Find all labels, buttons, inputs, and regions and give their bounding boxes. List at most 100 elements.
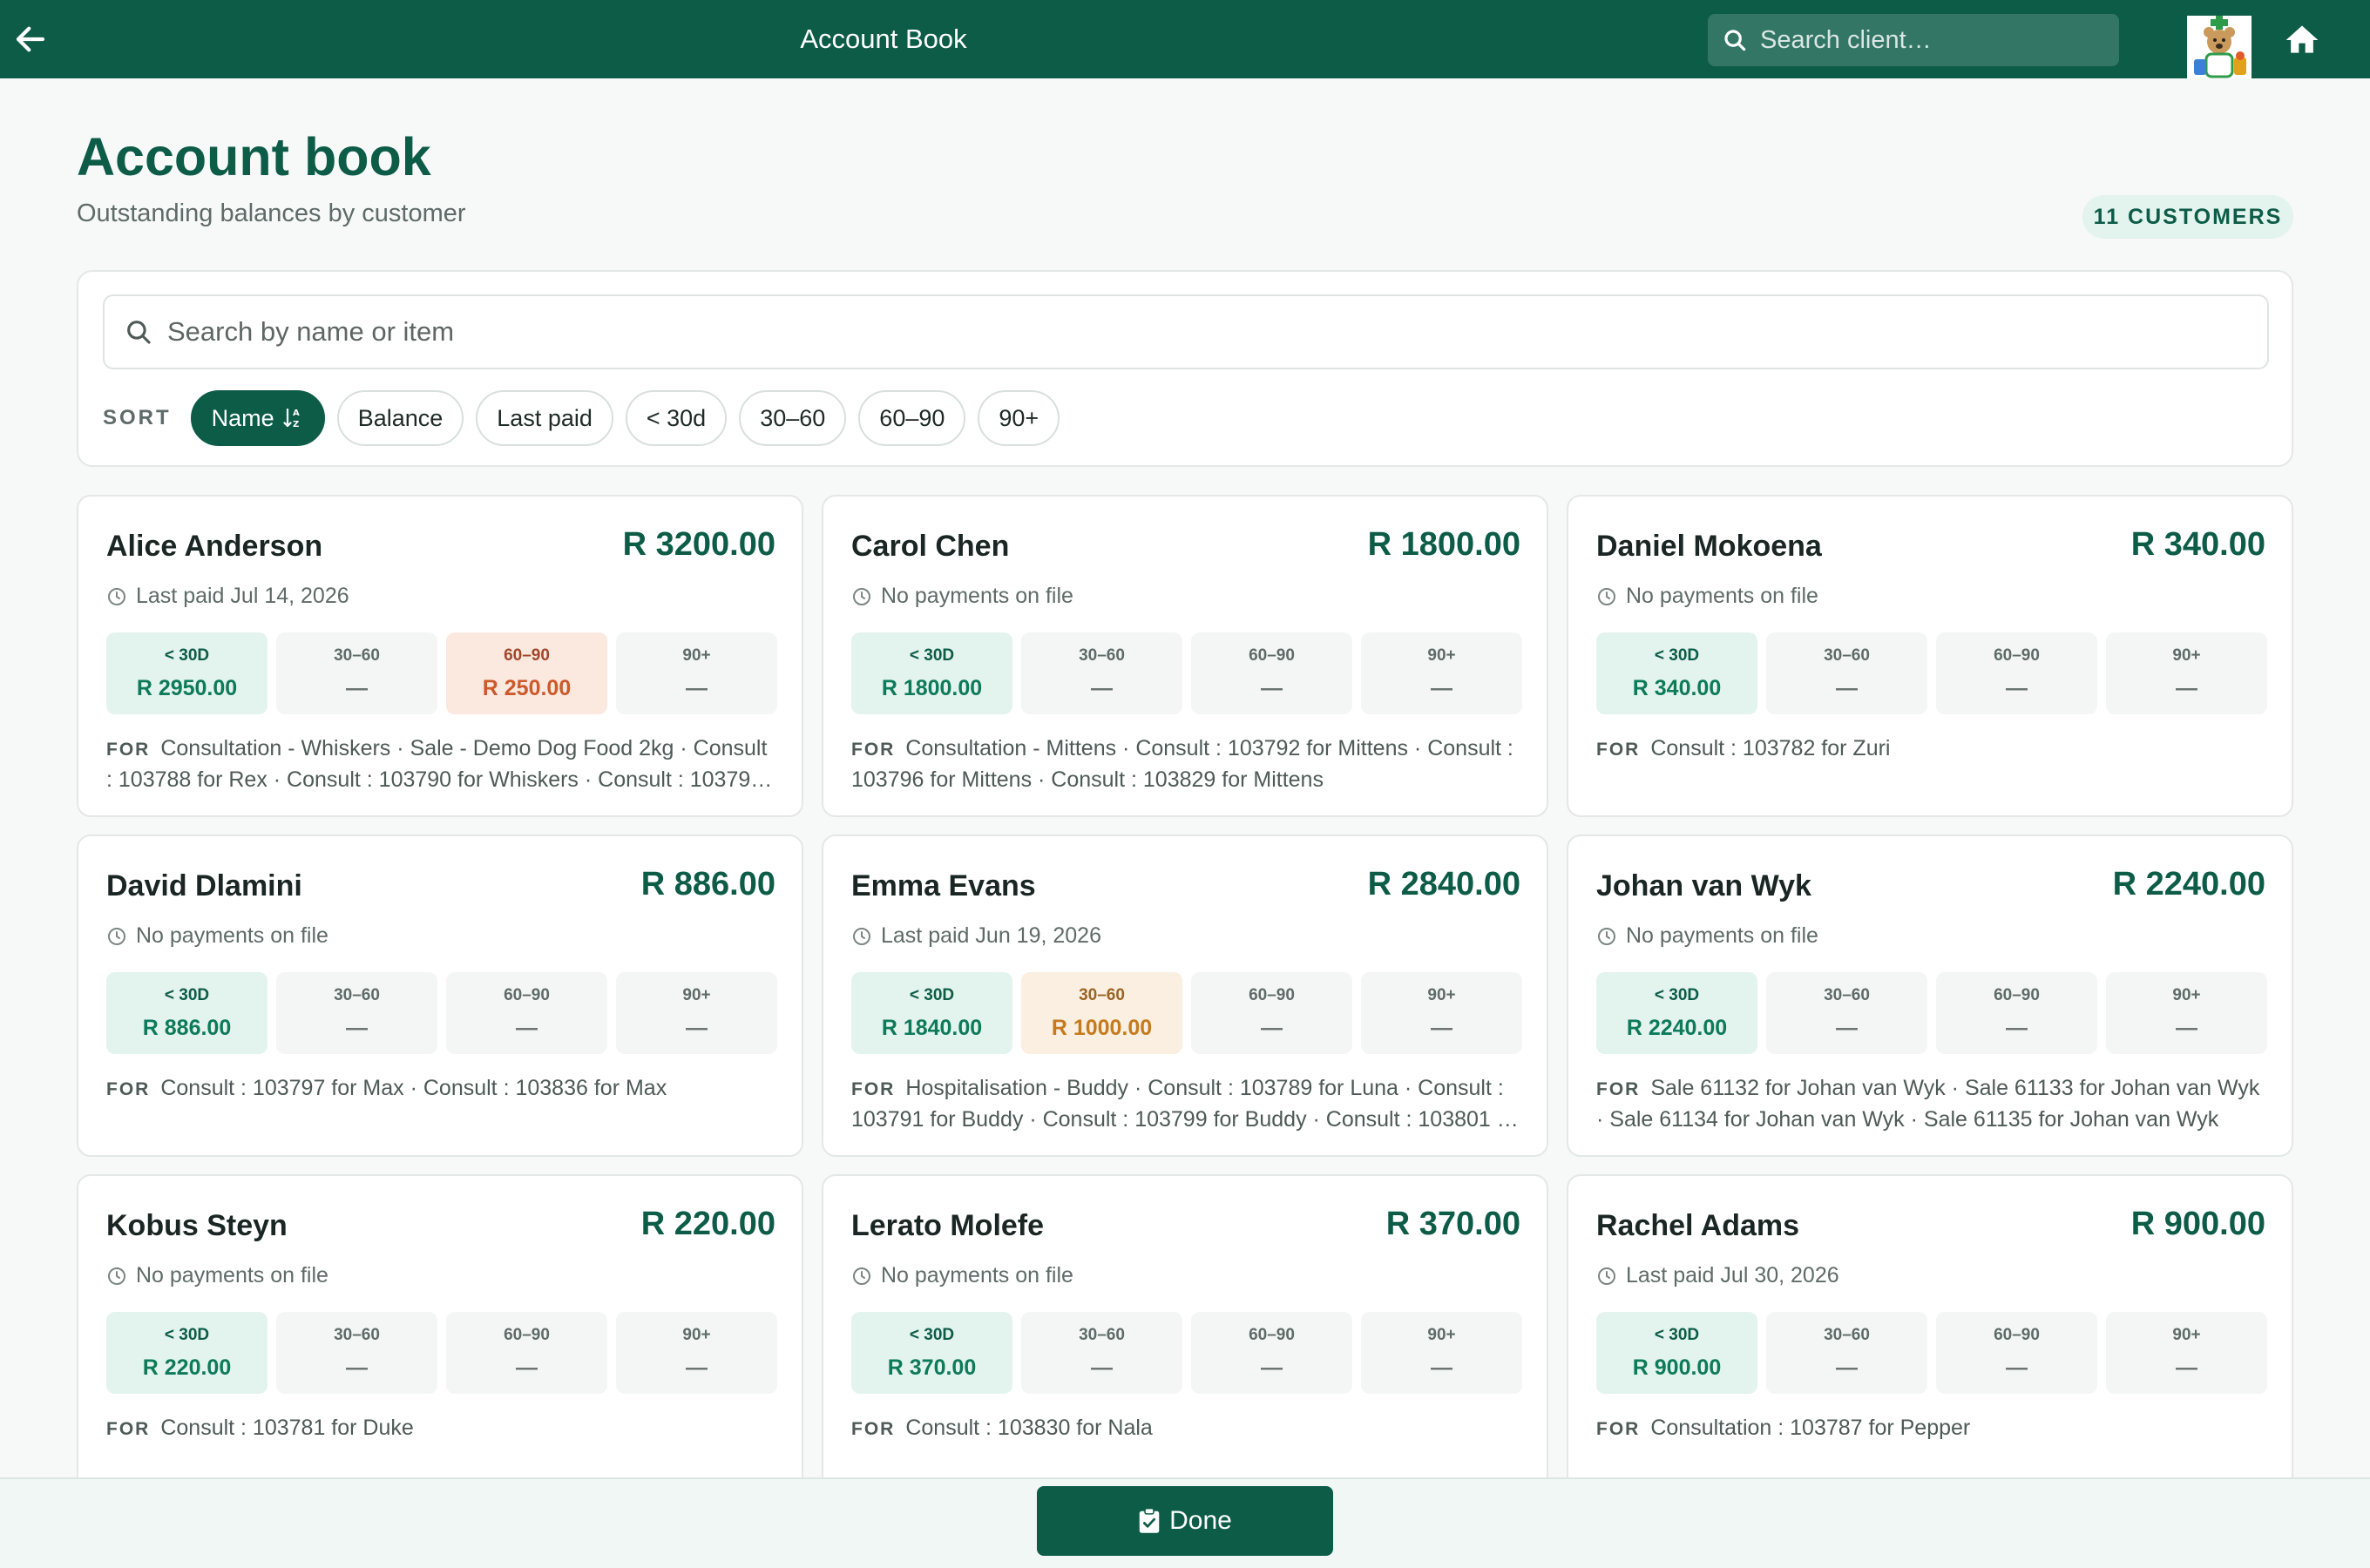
sort-chip-label: Name xyxy=(211,404,274,431)
clock-icon xyxy=(853,927,870,945)
sort-chip-name[interactable]: Name A Z xyxy=(190,390,325,446)
clock-icon xyxy=(1598,1267,1615,1285)
for-label: FOR xyxy=(106,1079,151,1099)
billed-items: FOR Sale 61132 for Johan van Wyk · Sale 6… xyxy=(1596,1073,2267,1134)
bucket-label: 90+ xyxy=(2172,985,2201,1004)
filter-panel: SORT Name A Z Balance Last paid < 30d 30… xyxy=(77,270,2293,467)
done-label: Done xyxy=(1169,1506,1232,1535)
last-paid: No payments on file xyxy=(1596,584,1818,609)
customer-name: Carol Chen xyxy=(851,530,1010,563)
bucket-value: R 220.00 xyxy=(142,1355,232,1380)
bucket-60-90: 60–90 — xyxy=(1936,1312,2097,1394)
aging-buckets: < 30D R 340.00 30–60 — 60–90 — 90+ — xyxy=(1596,632,2267,714)
bucket-value: R 900.00 xyxy=(1632,1355,1722,1380)
sort-chip-under-30d[interactable]: < 30d xyxy=(625,390,728,446)
bucket-value: R 250.00 xyxy=(482,675,572,700)
customer-card[interactable]: Emma Evans R 2840.00 Last paid Jun 19, 2… xyxy=(822,835,1548,1157)
bucket-under-30d: < 30D R 2950.00 xyxy=(106,632,267,714)
bucket-value: — xyxy=(1431,1015,1452,1040)
bucket-90-plus: 90+ — xyxy=(616,632,777,714)
avatar[interactable] xyxy=(2187,16,2252,78)
account-search-box[interactable] xyxy=(103,294,2269,369)
bucket-60-90: 60–90 — xyxy=(446,1312,607,1394)
bucket-60-90: 60–90 — xyxy=(1936,632,2097,714)
customer-card[interactable]: Carol Chen R 1800.00 No payments on file… xyxy=(822,495,1548,817)
bucket-label: 90+ xyxy=(2172,645,2201,665)
for-label: FOR xyxy=(851,1079,896,1099)
bucket-60-90: 60–90 — xyxy=(446,972,607,1054)
client-search-box[interactable] xyxy=(1708,14,2119,66)
billed-items: FOR Consult : 103781 for Duke xyxy=(106,1413,777,1444)
bucket-value: — xyxy=(346,1015,368,1040)
customer-card[interactable]: Lerato Molefe R 370.00 No payments on fi… xyxy=(822,1174,1548,1497)
aging-buckets: < 30D R 1800.00 30–60 — 60–90 — 90+ — xyxy=(851,632,1522,714)
search-icon xyxy=(127,321,151,344)
for-label: FOR xyxy=(1596,740,1641,760)
sort-chip-last-paid[interactable]: Last paid xyxy=(476,390,613,446)
clock-icon xyxy=(1598,927,1615,945)
page-subtitle: Outstanding balances by customer xyxy=(77,199,466,227)
bucket-label: < 30D xyxy=(1654,1325,1700,1344)
customer-card[interactable]: Alice Anderson R 3200.00 Last paid Jul 1… xyxy=(77,495,803,817)
bucket-label: < 30D xyxy=(164,1325,210,1344)
bucket-value: — xyxy=(1836,1015,1858,1040)
bucket-label: 30–60 xyxy=(334,645,380,665)
customer-card[interactable]: Rachel Adams R 900.00 Last paid Jul 30, … xyxy=(1567,1174,2293,1497)
billed-items: FOR Consultation : 103787 for Pepper xyxy=(1596,1413,2267,1444)
bucket-value: — xyxy=(1261,675,1283,700)
client-search-input[interactable] xyxy=(1760,25,2109,55)
billed-items: FOR Consult : 103830 for Nala xyxy=(851,1413,1522,1444)
bucket-label: 90+ xyxy=(1427,645,1456,665)
last-paid-text: Last paid Jul 14, 2026 xyxy=(136,584,349,608)
app-header: Account Book xyxy=(0,0,2370,78)
last-paid-text: No payments on file xyxy=(1626,584,1818,608)
bucket-60-90: 60–90 — xyxy=(1936,972,2097,1054)
customer-card[interactable]: David Dlamini R 886.00 No payments on fi… xyxy=(77,835,803,1157)
bucket-60-90: 60–90 R 250.00 xyxy=(446,632,607,714)
last-paid-text: No payments on file xyxy=(136,923,328,948)
sort-chip-60-90[interactable]: 60–90 xyxy=(858,390,966,446)
bucket-value: R 2240.00 xyxy=(1626,1015,1728,1040)
bucket-value: — xyxy=(1261,1015,1283,1040)
bucket-60-90: 60–90 — xyxy=(1191,632,1352,714)
for-label: FOR xyxy=(1596,1079,1641,1099)
bucket-value: — xyxy=(686,1355,708,1380)
bucket-label: 60–90 xyxy=(1249,1325,1295,1344)
home-icon[interactable] xyxy=(2283,21,2321,59)
bucket-label: 90+ xyxy=(682,985,711,1004)
done-button[interactable]: Done xyxy=(1037,1486,1333,1556)
bucket-label: < 30D xyxy=(909,1325,955,1344)
bucket-label: 90+ xyxy=(682,1325,711,1344)
bucket-under-30d: < 30D R 1800.00 xyxy=(851,632,1012,714)
sort-chip-balance[interactable]: Balance xyxy=(336,390,464,446)
clock-icon xyxy=(853,1267,870,1285)
sort-label: SORT xyxy=(103,406,172,429)
sort-az-icon: A Z xyxy=(283,408,300,429)
account-search-input[interactable] xyxy=(167,316,2224,348)
bucket-value: — xyxy=(1836,675,1858,700)
sort-chip-30-60[interactable]: 30–60 xyxy=(739,390,847,446)
billed-items-text: Consultation : 103787 for Pepper xyxy=(1650,1416,1971,1440)
bucket-30-60: 30–60 — xyxy=(276,1312,437,1394)
clock-icon xyxy=(108,587,125,605)
billed-items: FOR Consultation - Mittens · Consult : 10… xyxy=(851,733,1522,794)
billed-items-text: Consult : 103797 for Max · Consult : 103… xyxy=(160,1076,667,1100)
bucket-value: — xyxy=(1431,1355,1452,1380)
customer-card[interactable]: Kobus Steyn R 220.00 No payments on file… xyxy=(77,1174,803,1497)
customer-card[interactable]: Daniel Mokoena R 340.00 No payments on f… xyxy=(1567,495,2293,817)
bucket-value: — xyxy=(1261,1355,1283,1380)
aging-buckets: < 30D R 370.00 30–60 — 60–90 — 90+ — xyxy=(851,1312,1522,1394)
bucket-value: — xyxy=(346,675,368,700)
aging-buckets: < 30D R 2240.00 30–60 — 60–90 — 90+ — xyxy=(1596,972,2267,1054)
last-paid-text: No payments on file xyxy=(881,584,1073,608)
bucket-under-30d: < 30D R 340.00 xyxy=(1596,632,1757,714)
sort-chip-90-plus[interactable]: 90+ xyxy=(978,390,1060,446)
bucket-value: R 1840.00 xyxy=(881,1015,983,1040)
customer-card[interactable]: Johan van Wyk R 2240.00 No payments on f… xyxy=(1567,835,2293,1157)
page-heading: Account book Outstanding balances by cus… xyxy=(77,131,466,228)
bucket-value: — xyxy=(2176,1355,2197,1380)
bucket-label: 30–60 xyxy=(1079,985,1125,1004)
bucket-90-plus: 90+ — xyxy=(616,972,777,1054)
bucket-value: — xyxy=(1091,675,1113,700)
bucket-value: — xyxy=(1836,1355,1858,1380)
